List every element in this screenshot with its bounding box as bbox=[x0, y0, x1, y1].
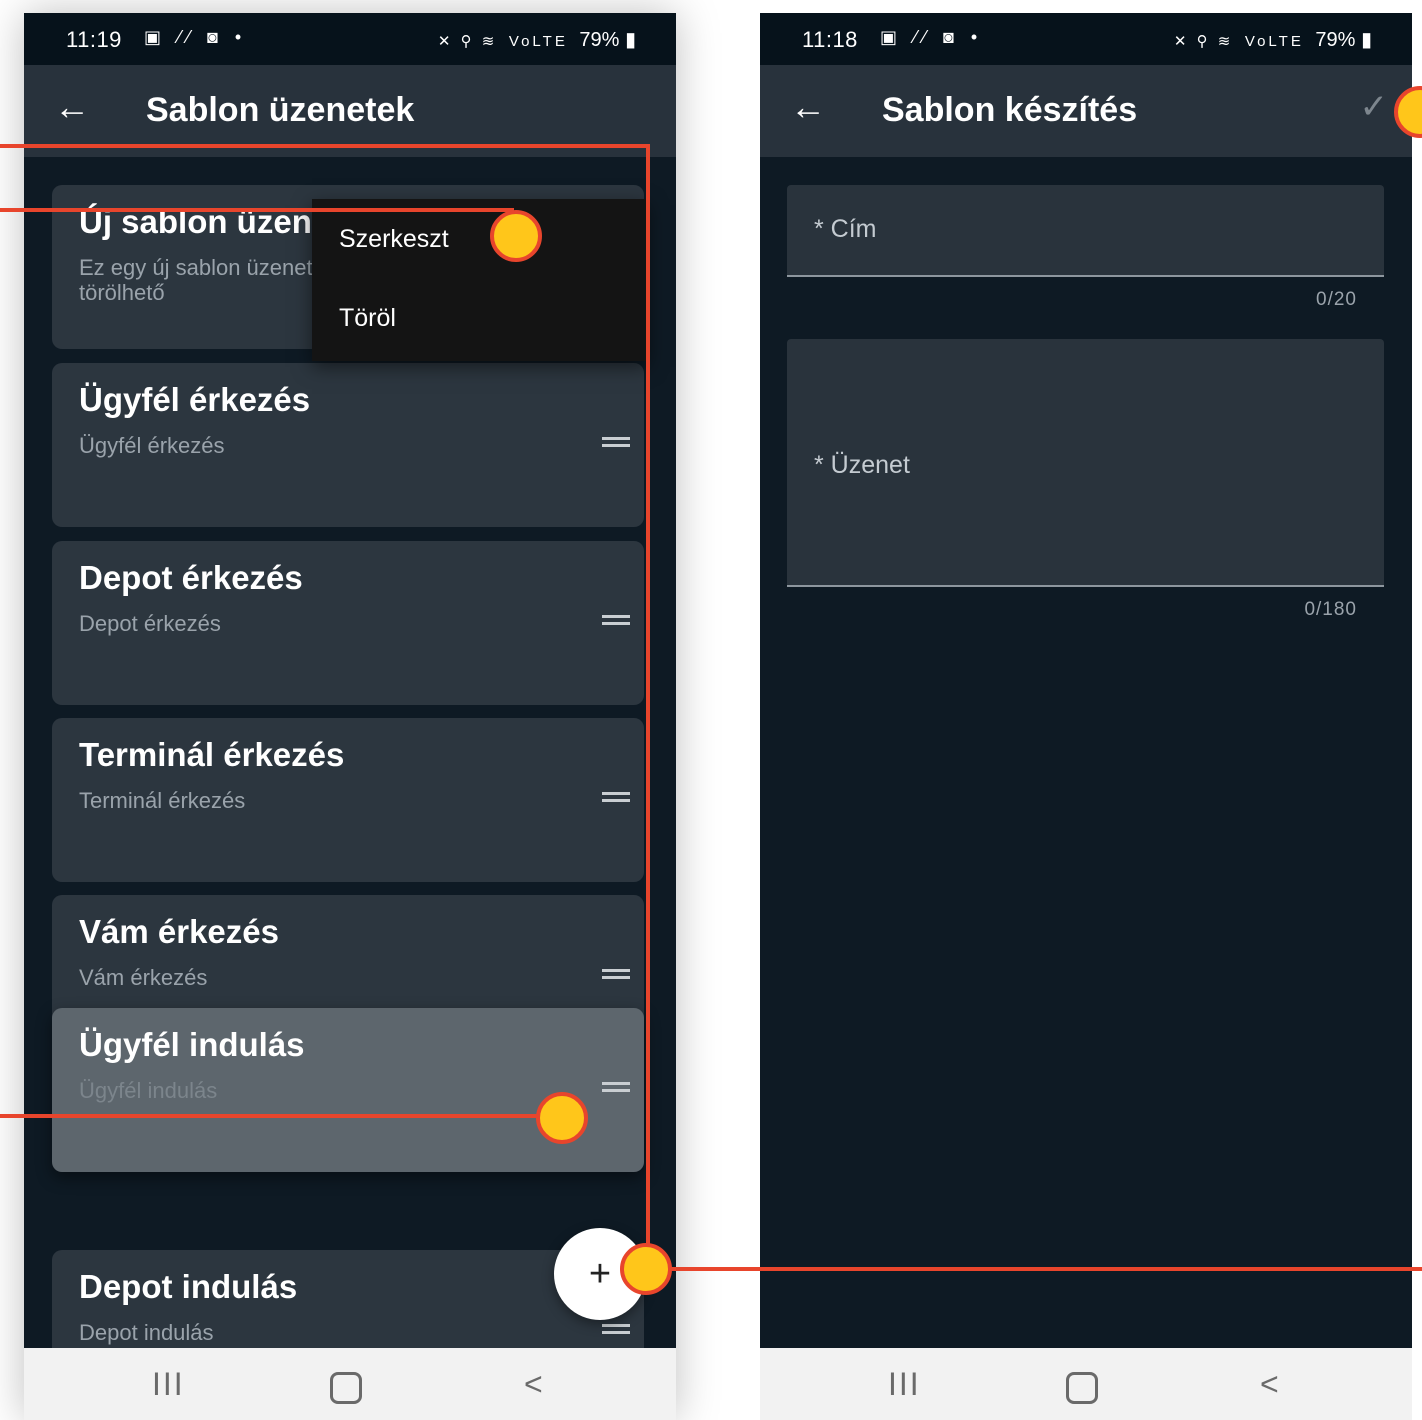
template-title: Ügyfél érkezés bbox=[79, 381, 311, 418]
system-nav-bar: III < bbox=[24, 1348, 676, 1420]
menu-item-delete[interactable]: Töröl bbox=[339, 304, 396, 333]
back-arrow-icon[interactable]: ← bbox=[790, 87, 826, 127]
template-card[interactable]: Ügyfél érkezés Ügyfél érkezés bbox=[52, 363, 644, 527]
template-title: Depot érkezés bbox=[79, 559, 303, 596]
template-card-dragging[interactable]: Ügyfél indulás Ügyfél indulás bbox=[52, 1008, 644, 1172]
annotation-line bbox=[0, 208, 514, 212]
signal-icons: ✕ ⚲ ≋ bbox=[437, 33, 498, 50]
confirm-check-icon[interactable]: ✓ bbox=[1360, 87, 1389, 127]
recents-icon[interactable]: III bbox=[888, 1364, 921, 1404]
template-create-screen: 11:18 ▣ ⁄⁄ ◙ • ✕ ⚲ ≋ VoLTE 79% ▮ ← Sablo… bbox=[760, 13, 1412, 1420]
template-subtitle: Vám érkezés bbox=[79, 965, 208, 990]
status-bar: 11:18 ▣ ⁄⁄ ◙ • ✕ ⚲ ≋ VoLTE 79% ▮ bbox=[760, 13, 1412, 65]
template-subtitle: Ez egy új sablon üzenet törölhető bbox=[79, 255, 313, 305]
battery-level: 79% bbox=[579, 29, 620, 51]
template-title: Vám érkezés bbox=[79, 913, 279, 950]
message-char-counter: 0/180 bbox=[1304, 599, 1357, 620]
template-subtitle: Ügyfél indulás bbox=[79, 1078, 218, 1103]
page-title: Sablon üzenetek bbox=[146, 91, 415, 129]
notification-icons: ▣ ⁄⁄ ◙ • bbox=[144, 27, 248, 47]
status-right: ✕ ⚲ ≋ VoLTE 79% ▮ bbox=[438, 27, 636, 52]
template-subtitle: Depot indulás bbox=[79, 1320, 214, 1345]
status-right: ✕ ⚲ ≋ VoLTE 79% ▮ bbox=[1174, 27, 1372, 52]
battery-icon: ▮ bbox=[1360, 29, 1372, 51]
template-subtitle: Ügyfél érkezés bbox=[79, 433, 225, 458]
drag-handle-icon[interactable] bbox=[602, 613, 630, 625]
network-label: VoLTE bbox=[508, 33, 568, 50]
title-field-label: * Cím bbox=[814, 215, 877, 243]
template-title: Terminál érkezés bbox=[79, 736, 345, 773]
annotation-line bbox=[0, 144, 650, 148]
drag-handle-icon[interactable] bbox=[602, 1322, 630, 1334]
template-card[interactable]: Terminál érkezés Terminál érkezés bbox=[52, 718, 644, 882]
drag-handle-icon[interactable] bbox=[602, 1080, 630, 1092]
template-card[interactable]: Depot érkezés Depot érkezés bbox=[52, 541, 644, 705]
network-label: VoLTE bbox=[1244, 33, 1304, 50]
recents-icon[interactable]: III bbox=[152, 1364, 185, 1404]
nav-back-icon[interactable]: < bbox=[1260, 1364, 1279, 1404]
annotation-line bbox=[646, 144, 650, 1274]
notification-icons: ▣ ⁄⁄ ◙ • bbox=[880, 27, 984, 47]
battery-icon: ▮ bbox=[624, 29, 636, 51]
page-title: Sablon készítés bbox=[882, 91, 1138, 129]
annotation-marker bbox=[536, 1092, 588, 1144]
home-icon[interactable] bbox=[330, 1372, 362, 1404]
template-title: Depot indulás bbox=[79, 1268, 298, 1305]
status-time: 11:18 bbox=[802, 27, 858, 52]
annotation-line bbox=[0, 1114, 560, 1118]
message-field-label: * Üzenet bbox=[814, 451, 910, 479]
system-nav-bar: III < bbox=[760, 1348, 1412, 1420]
back-arrow-icon[interactable]: ← bbox=[54, 87, 90, 127]
context-menu: Szerkeszt Töröl bbox=[312, 199, 648, 361]
menu-item-edit[interactable]: Szerkeszt bbox=[339, 225, 449, 254]
title-char-counter: 0/20 bbox=[1316, 289, 1357, 310]
annotation-marker bbox=[490, 210, 542, 262]
title-field[interactable]: * Cím bbox=[787, 185, 1384, 277]
template-title: Ügyfél indulás bbox=[79, 1026, 305, 1063]
template-subtitle: Terminál érkezés bbox=[79, 788, 246, 813]
annotation-marker bbox=[620, 1243, 672, 1295]
drag-handle-icon[interactable] bbox=[602, 790, 630, 802]
message-field[interactable]: * Üzenet bbox=[787, 339, 1384, 587]
battery-level: 79% bbox=[1315, 29, 1356, 51]
status-bar: 11:19 ▣ ⁄⁄ ◙ • ✕ ⚲ ≋ VoLTE 79% ▮ bbox=[24, 13, 676, 65]
templates-list-screen: 11:19 ▣ ⁄⁄ ◙ • ✕ ⚲ ≋ VoLTE 79% ▮ ← Sablo… bbox=[24, 13, 676, 1420]
annotation-line bbox=[650, 1267, 1422, 1271]
drag-handle-icon[interactable] bbox=[602, 435, 630, 447]
app-bar: ← Sablon készítés ✓ bbox=[760, 65, 1412, 157]
signal-icons: ✕ ⚲ ≋ bbox=[1173, 33, 1234, 50]
template-subtitle: Depot érkezés bbox=[79, 611, 221, 636]
status-time: 11:19 bbox=[66, 27, 122, 52]
drag-handle-icon[interactable] bbox=[602, 967, 630, 979]
home-icon[interactable] bbox=[1066, 1372, 1098, 1404]
nav-back-icon[interactable]: < bbox=[524, 1364, 543, 1404]
